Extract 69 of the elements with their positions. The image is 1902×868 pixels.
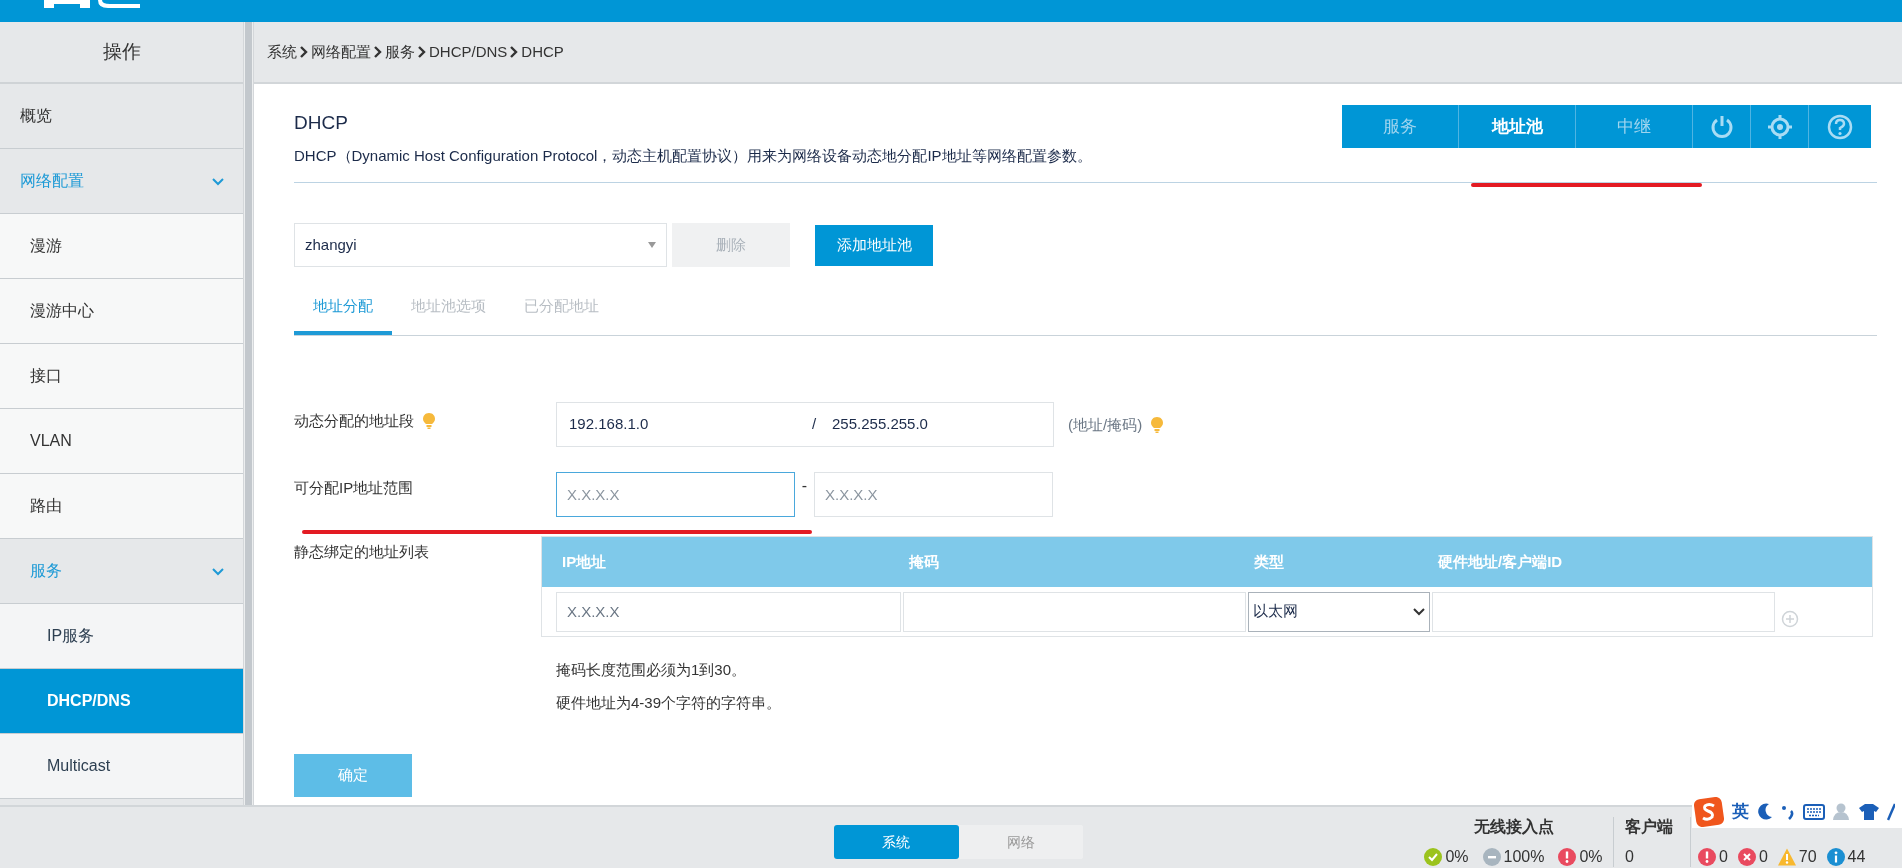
settings-button[interactable] — [1751, 105, 1808, 148]
offline-icon — [1482, 848, 1501, 866]
error-icon — [1558, 848, 1577, 866]
stat-value: 0 — [1758, 847, 1768, 867]
stat-value: 0% — [1445, 847, 1469, 867]
page-description: DHCP（Dynamic Host Configuration Protocol，动态主机配置协议）用来为网络设备动态地分配IP地址等网络配置参数。 — [294, 146, 1092, 166]
stat-value: 0 — [1719, 847, 1728, 867]
dropdown-caret-icon — [648, 242, 656, 248]
breadcrumb-link[interactable]: 网络配置 — [311, 40, 371, 64]
field-label: 可分配IP地址范围 — [294, 478, 415, 498]
stat-title: 客户端 — [1625, 817, 1673, 837]
address-mask-field[interactable]: 192.168.1.0 / 255.255.255.0 — [556, 402, 1054, 447]
stat-title: 无线接入点 — [1473, 817, 1554, 837]
pool-select[interactable]: zhangyi — [294, 223, 667, 267]
lightbulb-icon — [1150, 416, 1165, 435]
hardware-address-input-field[interactable] — [1432, 591, 1775, 632]
help-icon — [1827, 113, 1853, 140]
critical-icon — [1737, 848, 1756, 866]
ime-language[interactable]: 英 — [1732, 798, 1749, 825]
column-header: 类型 — [1253, 551, 1285, 572]
breadcrumb-link[interactable]: 系统 — [267, 40, 297, 64]
field-label: 动态分配的地址段 — [294, 411, 414, 431]
moon-icon[interactable] — [1757, 802, 1773, 821]
note-text: 掩码长度范围必须为1到30。 — [556, 660, 748, 680]
shirt-icon[interactable] — [1859, 802, 1879, 821]
help-button[interactable] — [1809, 105, 1871, 148]
sidebar-item[interactable]: 漫游 — [0, 214, 243, 279]
chevron-right-icon — [509, 46, 520, 58]
column-header: 硬件地址/客户端ID — [1437, 551, 1564, 572]
field-hint: (地址/掩码) — [1068, 415, 1143, 435]
lightbulb-icon — [422, 412, 436, 431]
sidebar-title: 操作 — [102, 39, 141, 64]
ok-icon — [1424, 848, 1443, 866]
field-label: 静态绑定的地址列表 — [294, 542, 430, 562]
sidebar-item[interactable]: 漫游中心 — [0, 279, 243, 344]
warning-icon — [1777, 848, 1796, 866]
stat-value: 0% — [1579, 847, 1603, 867]
settings-icon — [1766, 113, 1793, 140]
sidebar-item[interactable]: 接口 — [0, 344, 243, 409]
error-icon — [1698, 848, 1716, 866]
note-text: 硬件地址为4-39个字符的字符串。 — [556, 692, 783, 713]
type-select[interactable]: 以太网 — [1248, 591, 1430, 632]
sidebar-item[interactable]: VLAN — [0, 409, 243, 474]
info-icon — [1826, 848, 1845, 866]
breadcrumb-link[interactable]: DHCP/DNS — [429, 40, 508, 64]
stat-value: 44 — [1847, 847, 1866, 867]
add-row-icon[interactable] — [1781, 609, 1799, 628]
tool-icon[interactable] — [1887, 802, 1895, 821]
breadcrumb-link[interactable]: DHCP — [521, 40, 564, 64]
mask-input-field[interactable] — [903, 591, 1246, 632]
column-header: 掩码 — [908, 551, 940, 572]
person-icon[interactable] — [1833, 801, 1851, 822]
sidebar-item[interactable]: 路由 — [0, 474, 243, 539]
sidebar-item[interactable]: IP服务 — [0, 604, 243, 669]
stat-value: 70 — [1798, 847, 1817, 867]
power-button[interactable] — [1693, 105, 1750, 148]
sidebar-item[interactable]: Multicast — [0, 734, 243, 799]
column-header: IP地址 — [561, 551, 608, 572]
page-title: DHCP — [294, 111, 349, 135]
chevron-down-icon — [1413, 607, 1425, 616]
ip-input-field[interactable]: X.X.X.X — [556, 472, 795, 517]
chevron-right-icon — [373, 46, 383, 58]
chevron-right-icon — [299, 46, 309, 58]
stat-value: 100% — [1503, 847, 1545, 867]
breadcrumb-link[interactable]: 服务 — [385, 40, 415, 64]
chevron-right-icon — [417, 46, 427, 58]
keyboard-icon[interactable] — [1803, 803, 1825, 820]
stat-value: 0 — [1625, 847, 1635, 867]
range-separator: - — [800, 476, 809, 496]
